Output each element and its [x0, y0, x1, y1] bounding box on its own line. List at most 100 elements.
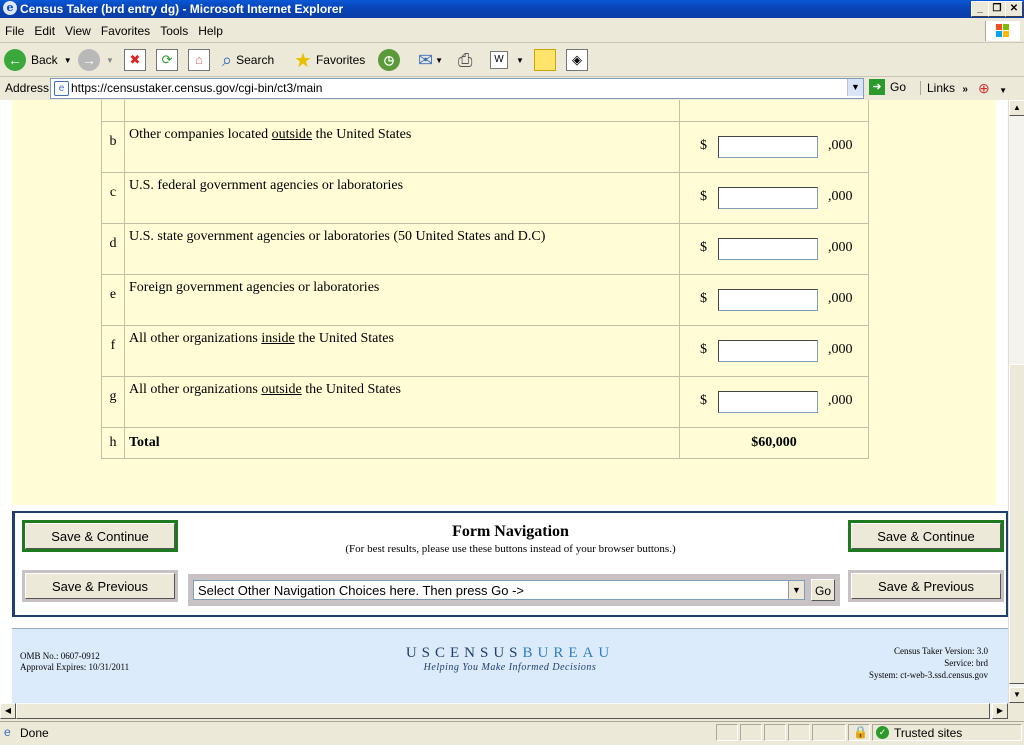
navigation-select[interactable]: Select Other Navigation Choices here. Th…	[193, 580, 805, 600]
horizontal-scroll-thumb[interactable]	[16, 703, 990, 719]
go-button[interactable]: ➜ Go	[869, 79, 906, 95]
page-icon: e	[54, 81, 69, 96]
logo-text-b: BUREAU	[522, 645, 615, 661]
menu-edit[interactable]: Edit	[29, 20, 60, 38]
currency-symbol: $	[700, 393, 707, 408]
back-label: Back	[31, 53, 58, 67]
scroll-up-icon[interactable]: ▲	[1009, 100, 1024, 116]
menu-file[interactable]: File	[0, 20, 29, 38]
description-text: All other organizations	[129, 382, 262, 397]
save-previous-frame-left: Save & Previous	[22, 570, 178, 602]
thousands-suffix: ,000	[828, 342, 853, 357]
scroll-left-icon[interactable]: ◀	[0, 703, 16, 719]
extension-icon: ⊕	[978, 80, 990, 96]
address-bar: Address e https://censustaker.census.gov…	[0, 77, 1024, 99]
messenger-button[interactable]: ◈	[566, 48, 588, 72]
amount-input[interactable]	[718, 136, 818, 158]
row-letter	[101, 100, 125, 122]
description-text: Foreign government agencies or laborator…	[129, 280, 380, 295]
menu-favorites[interactable]: Favorites	[96, 20, 155, 38]
mail-button[interactable]: ✉ ▼	[418, 48, 443, 72]
edit-icon: W	[490, 51, 508, 69]
save-continue-button-right[interactable]: Save & Continue	[851, 523, 1001, 549]
restore-button[interactable]: ❐	[988, 1, 1006, 17]
amount-cell: $,000	[679, 376, 869, 428]
minimize-button[interactable]: _	[971, 1, 989, 17]
forward-button[interactable]: → ▼	[78, 48, 114, 72]
home-button[interactable]: ⌂	[188, 48, 210, 72]
amount-input[interactable]	[718, 238, 818, 260]
vertical-scroll-thumb[interactable]	[1009, 364, 1024, 684]
menu-bar: File Edit View Favorites Tools Help	[0, 20, 1024, 43]
stop-button[interactable]: ✖	[124, 48, 146, 72]
print-button[interactable]: ⎙	[458, 48, 472, 72]
row-letter: d	[101, 223, 125, 275]
close-button[interactable]: ✕	[1005, 1, 1023, 17]
search-button[interactable]: ⌕ Search	[222, 48, 274, 72]
edit-dropdown-icon[interactable]: ▼	[516, 56, 524, 65]
description-text: U.S. federal government agencies or labo…	[129, 178, 404, 193]
navigation-go-button[interactable]: Go	[811, 579, 835, 601]
links-label: Links	[927, 81, 956, 95]
favorites-button[interactable]: ★ Favorites	[294, 48, 365, 72]
amount-cell: $,000	[679, 274, 869, 326]
status-text: Done	[20, 726, 49, 740]
census-bureau-logo: USCENSUSBUREAU Helping You Make Informed…	[12, 645, 1008, 673]
forward-arrow-icon: →	[78, 49, 100, 71]
refresh-icon: ⟳	[156, 49, 178, 71]
navigation-select-frame: Select Other Navigation Choices here. Th…	[188, 574, 840, 606]
service-text: Service: brd	[944, 658, 988, 668]
scroll-right-icon[interactable]: ▶	[992, 703, 1008, 719]
scroll-down-icon[interactable]: ▼	[1009, 687, 1024, 703]
back-button[interactable]: ← Back ▼	[4, 48, 72, 72]
back-dropdown-icon[interactable]: ▼	[64, 56, 72, 65]
links-button[interactable]: Links »	[920, 81, 968, 95]
currency-symbol: $	[700, 189, 707, 204]
edit-button[interactable]: W ▼	[490, 48, 524, 72]
address-label: Address	[5, 81, 50, 95]
notes-button[interactable]	[534, 48, 556, 72]
select-dropdown-icon[interactable]: ▼	[788, 581, 804, 599]
row-letter: g	[101, 376, 125, 428]
description-text: the United States	[301, 382, 401, 397]
horizontal-scrollbar[interactable]: ◀ ▶	[0, 703, 1008, 719]
menu-help[interactable]: Help	[193, 20, 228, 38]
thousands-suffix: ,000	[828, 291, 853, 306]
address-dropdown-icon[interactable]: ▼	[847, 79, 863, 96]
save-previous-button-left[interactable]: Save & Previous	[25, 573, 175, 599]
history-button[interactable]: ◷	[378, 48, 400, 72]
star-icon: ★	[294, 49, 312, 72]
amount-cell: $,000	[679, 100, 869, 122]
row-description	[124, 100, 680, 122]
thousands-suffix: ,000	[828, 240, 853, 255]
amount-input[interactable]	[718, 391, 818, 413]
window-title-bar: e Census Taker (brd entry dg) - Microsof…	[0, 0, 1024, 18]
forward-dropdown-icon[interactable]: ▼	[106, 56, 114, 65]
status-segment	[812, 724, 846, 741]
mail-dropdown-icon[interactable]: ▼	[435, 56, 443, 65]
amount-input[interactable]	[718, 340, 818, 362]
address-url: https://censustaker.census.gov/cgi-bin/c…	[71, 81, 323, 95]
navigation-select-value: Select Other Navigation Choices here. Th…	[198, 583, 525, 598]
thousands-suffix: ,000	[828, 189, 853, 204]
save-previous-frame-right: Save & Previous	[848, 570, 1004, 602]
description-text: All other organizations	[129, 331, 262, 346]
save-previous-button-right[interactable]: Save & Previous	[851, 573, 1001, 599]
refresh-button[interactable]: ⟳	[156, 48, 178, 72]
total-row: h Total $60,000	[101, 427, 869, 459]
amount-input[interactable]	[718, 187, 818, 209]
question-row: g All other organizations outside the Uni…	[101, 376, 869, 428]
toolbar-extension-button[interactable]: ⊕ ▼	[978, 80, 1007, 97]
save-continue-frame-right: Save & Continue	[848, 520, 1004, 552]
amount-cell: $,000	[679, 223, 869, 275]
vertical-scrollbar[interactable]: ▲ ▼	[1008, 100, 1024, 703]
description-text: the United States	[312, 127, 412, 142]
question-row: f All other organizations inside the Unit…	[101, 325, 869, 377]
menu-tools[interactable]: Tools	[155, 20, 193, 38]
menu-view[interactable]: View	[60, 20, 96, 38]
address-input[interactable]: e https://censustaker.census.gov/cgi-bin…	[50, 78, 864, 99]
description-text: the United States	[294, 331, 394, 346]
chevron-right-icon: »	[962, 84, 968, 95]
amount-input[interactable]	[718, 289, 818, 311]
status-bar: e Done 🔒 ✓ Trusted sites	[0, 721, 1024, 745]
